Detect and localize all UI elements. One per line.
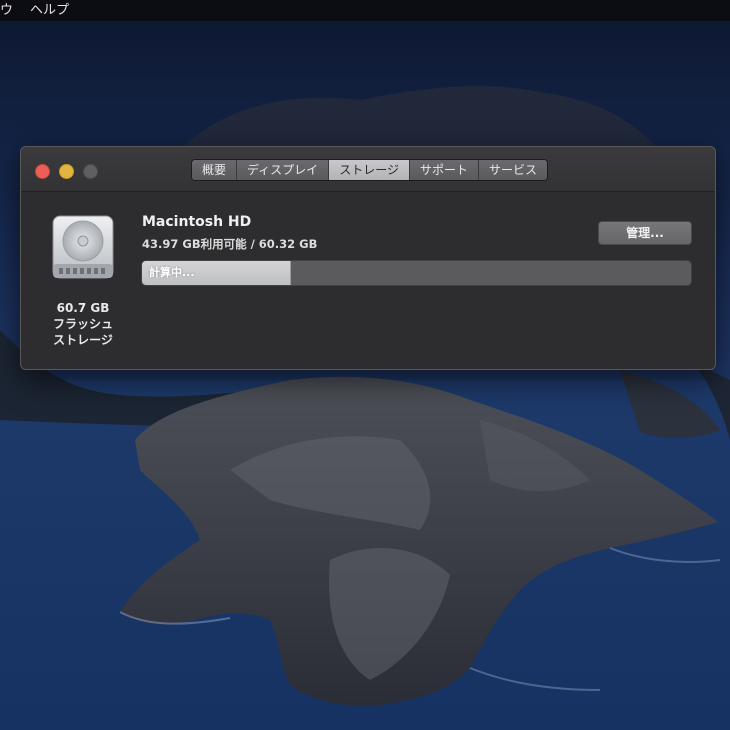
desktop: ウ ヘルプ 概要 ディスプレイ ストレージ サポート サービス 60.7 GB …: [0, 0, 730, 730]
storage-usage-bar: 計算中...: [141, 260, 692, 286]
tab-displays[interactable]: ディスプレイ: [237, 160, 330, 180]
tab-service[interactable]: サービス: [478, 160, 547, 180]
volume-name: Macintosh HD: [142, 214, 252, 230]
about-this-mac-window: 概要 ディスプレイ ストレージ サポート サービス 60.7 GB フラッシュ …: [20, 146, 716, 370]
storage-pane: 60.7 GB フラッシュ ストレージ Macintosh HD 43.97 G…: [21, 192, 715, 369]
tab-support[interactable]: サポート: [409, 160, 479, 180]
internal-drive-icon: [52, 215, 114, 279]
tab-overview[interactable]: 概要: [192, 160, 238, 180]
menu-item-help[interactable]: ヘルプ: [30, 0, 69, 21]
minimize-button[interactable]: [59, 164, 74, 179]
drive-caption: 60.7 GB フラッシュ ストレージ: [35, 300, 131, 348]
drive-type-line-2: ストレージ: [53, 333, 113, 347]
zoom-button: [83, 164, 98, 179]
menu-item-window[interactable]: ウ: [0, 0, 13, 21]
drive-type-line-1: フラッシュ: [52, 317, 113, 331]
menu-bar: ウ ヘルプ: [0, 0, 730, 21]
manage-button[interactable]: 管理...: [598, 221, 692, 245]
title-bar[interactable]: 概要 ディスプレイ ストレージ サポート サービス: [21, 147, 715, 192]
tab-bar: 概要 ディスプレイ ストレージ サポート サービス: [191, 159, 548, 181]
close-button[interactable]: [35, 164, 50, 179]
volume-capacity: 43.97 GB利用可能 / 60.32 GB: [142, 237, 318, 251]
storage-bar-label: 計算中...: [149, 266, 195, 279]
drive-size: 60.7 GB: [56, 301, 110, 315]
tab-storage[interactable]: ストレージ: [329, 160, 410, 180]
